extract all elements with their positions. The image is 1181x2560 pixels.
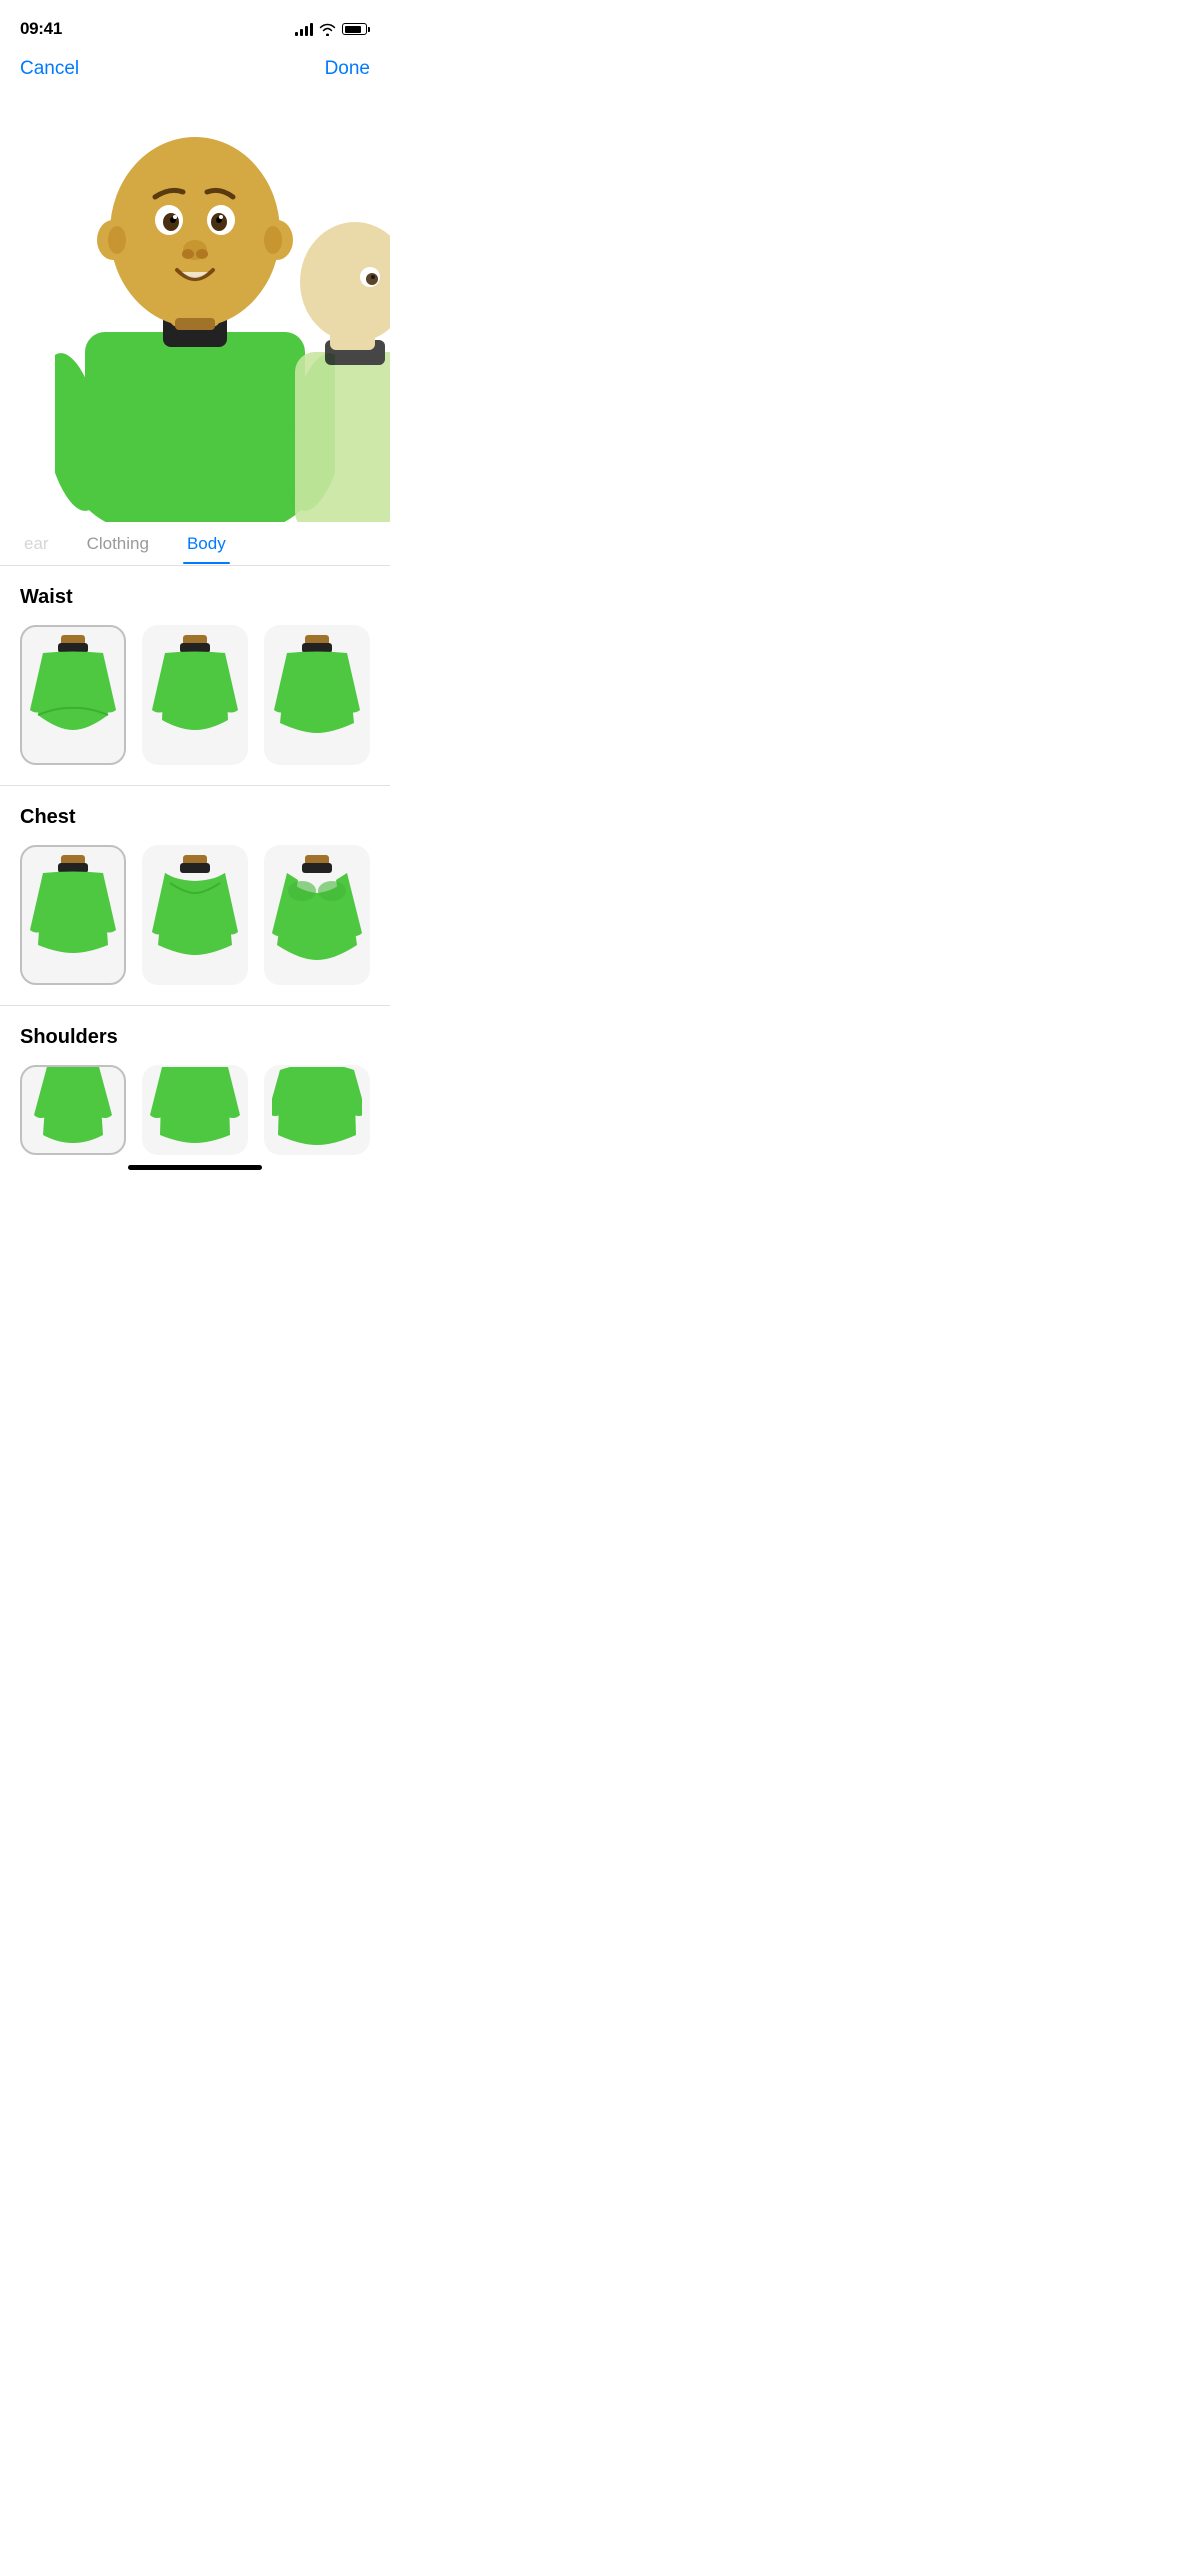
status-time: 09:41 [20, 19, 62, 39]
home-bar [128, 1165, 262, 1170]
waist-option-1[interactable] [20, 625, 126, 765]
nav-bar: Cancel Done [0, 50, 390, 92]
status-bar: 09:41 [0, 0, 390, 50]
tab-clothing[interactable]: Clothing [83, 524, 153, 564]
shoulders-option-1[interactable] [20, 1065, 126, 1155]
chest-option-3[interactable] [264, 845, 370, 985]
shoulders-title: Shoulders [20, 1026, 370, 1049]
waist-section: Waist [0, 566, 390, 786]
chest-option-1[interactable] [20, 845, 126, 985]
waist-option-2[interactable] [142, 625, 248, 765]
tab-body[interactable]: Body [183, 524, 230, 564]
home-indicator [0, 1155, 390, 1176]
chest-title: Chest [20, 806, 370, 829]
battery-icon [342, 23, 370, 35]
cancel-button[interactable]: Cancel [20, 58, 79, 80]
avatar-side [290, 222, 390, 522]
done-button[interactable]: Done [325, 58, 370, 80]
shoulders-section: Shoulders [0, 1006, 390, 1155]
avatar-preview [0, 92, 390, 522]
status-icons [295, 22, 370, 36]
chest-options [20, 845, 370, 985]
waist-options [20, 625, 370, 765]
chest-option-2[interactable] [142, 845, 248, 985]
shoulders-option-3[interactable] [264, 1065, 370, 1155]
waist-option-3[interactable] [264, 625, 370, 765]
chest-section: Chest [0, 786, 390, 1006]
signal-icon [295, 22, 313, 36]
tabs-container: ear Clothing Body [0, 522, 390, 566]
shoulders-option-2[interactable] [142, 1065, 248, 1155]
wifi-icon [319, 23, 336, 36]
tab-headwear[interactable]: ear [20, 524, 53, 564]
shoulders-options [20, 1065, 370, 1155]
waist-title: Waist [20, 586, 370, 609]
